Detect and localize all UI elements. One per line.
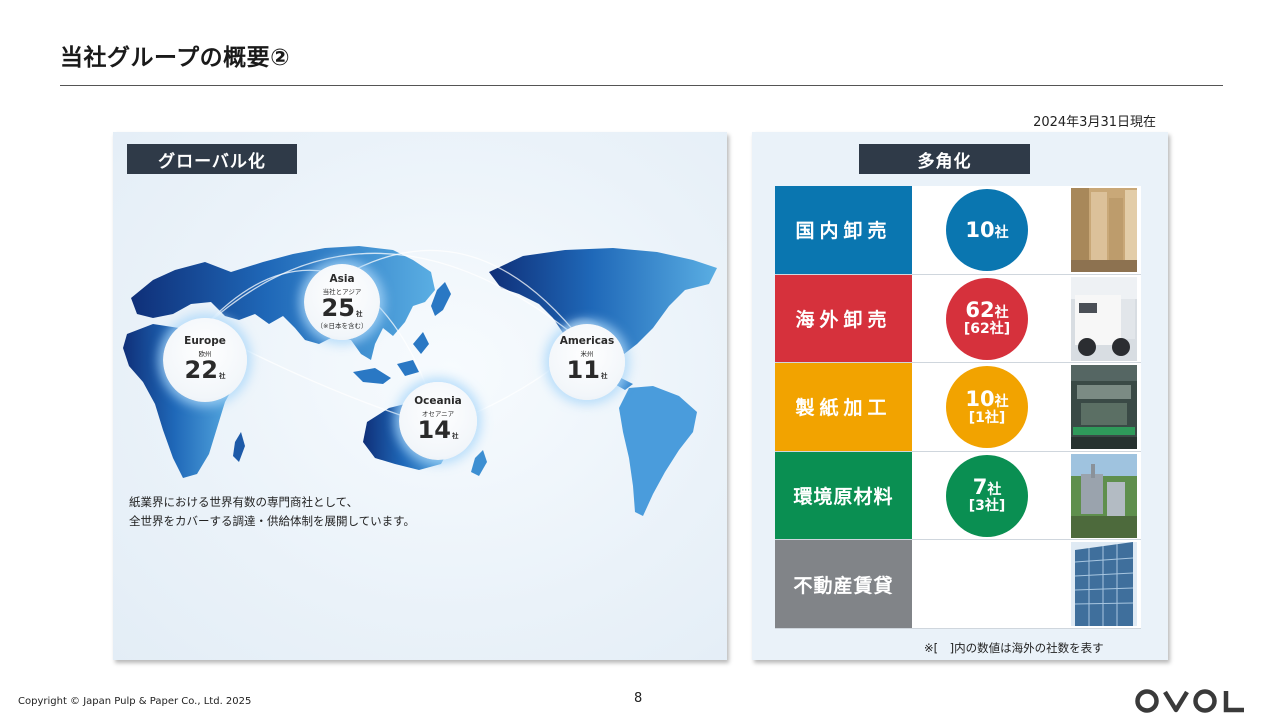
diversification-header: 多角化 — [859, 144, 1030, 174]
company-count-circle: 10社 [1社] — [946, 366, 1028, 449]
business-label: 環境原材料 — [775, 451, 912, 540]
company-count: 10 — [965, 386, 995, 411]
business-label: 製紙加工 — [775, 363, 912, 451]
page-title: 当社グループの概要② — [60, 45, 291, 71]
biomass-plant-photo — [1071, 453, 1137, 538]
as-of-date: 2024年3月31日現在 — [1033, 115, 1156, 130]
overseas-count: [62社] — [963, 321, 1011, 338]
business-row-paper-processing: 製紙加工 10社 [1社] — [775, 363, 1141, 452]
page-number: 8 — [634, 691, 643, 706]
ovol-logo — [1134, 688, 1246, 718]
map-caption-line: 全世界をカバーする調達・供給体制を展開しています。 — [129, 514, 416, 528]
delivery-truck-photo — [1071, 276, 1137, 361]
south-america-shape — [619, 386, 697, 516]
overseas-count: [3社] — [968, 498, 1006, 515]
business-row-environmental: 環境原材料 7社 [3社] — [775, 451, 1141, 541]
business-table: 国内卸売 10社 海外卸売 62社 [62社] 製紙加工 10社 [1社] 環境… — [775, 186, 1141, 629]
company-count-circle: 10社 — [946, 189, 1028, 271]
paper-rolls-photo — [1071, 188, 1137, 272]
company-count-unit: 社 — [987, 482, 1002, 499]
region-europe: Europe 欧州 22社 — [163, 318, 247, 402]
paper-machine-photo — [1071, 365, 1137, 450]
region-americas: Americas 米州 11社 — [549, 324, 625, 400]
overseas-count: [1社] — [968, 409, 1006, 426]
globalization-panel: グローバル化 Asia 当社とアジア 25社 （※日本を含む） Europe 欧… — [113, 132, 727, 660]
diversification-panel: 多角化 国内卸売 10社 海外卸売 62社 [62社] 製紙加工 10社 [1社… — [752, 132, 1168, 660]
region-europe-unit: 社 — [218, 372, 226, 380]
region-europe-count: 22 — [184, 356, 218, 384]
globalization-header: グローバル化 — [127, 144, 297, 174]
business-label: 国内卸売 — [775, 186, 912, 274]
company-count: 7 — [972, 475, 988, 500]
company-count-circle: 7社 [3社] — [946, 454, 1028, 537]
company-count-unit: 社 — [994, 305, 1009, 322]
company-count: 62 — [965, 298, 995, 323]
company-count-unit: 社 — [994, 393, 1009, 410]
business-label: 不動産賃貸 — [775, 540, 912, 628]
region-oceania-name: Oceania — [414, 395, 462, 407]
region-asia: Asia 当社とアジア 25社 （※日本を含む） — [304, 264, 380, 340]
business-row-real-estate: 不動産賃貸 — [775, 540, 1141, 629]
region-asia-name: Asia — [329, 273, 355, 285]
footnote: ※[ ]内の数値は海外の社数を表す — [924, 641, 1104, 655]
region-asia-count: 25 — [321, 294, 355, 322]
business-label: 海外卸売 — [775, 274, 912, 363]
region-asia-note: （※日本を含む） — [316, 322, 368, 330]
company-count-circle: 62社 [62社] — [946, 277, 1028, 360]
office-building-photo — [1071, 542, 1137, 627]
business-row-domestic: 国内卸売 10社 — [775, 186, 1141, 275]
new-zealand-shape — [471, 450, 487, 476]
region-oceania: Oceania オセアニア 14社 — [399, 382, 477, 460]
business-row-overseas: 海外卸売 62社 [62社] — [775, 274, 1141, 364]
region-americas-unit: 社 — [600, 372, 608, 380]
title-divider — [60, 85, 1223, 86]
map-caption: 紙業界における世界有数の専門商社として、 全世界をカバーする調達・供給体制を展開… — [129, 493, 415, 531]
region-europe-name: Europe — [184, 335, 226, 347]
region-americas-name: Americas — [559, 335, 615, 347]
region-oceania-unit: 社 — [451, 432, 459, 440]
region-americas-count: 11 — [566, 356, 600, 384]
company-count: 10 — [965, 217, 995, 242]
madagascar-shape — [233, 432, 245, 462]
company-count-unit: 社 — [994, 224, 1009, 241]
map-caption-line: 紙業界における世界有数の専門商社として、 — [129, 495, 359, 509]
region-asia-unit: 社 — [355, 310, 363, 318]
region-oceania-count: 14 — [417, 416, 451, 444]
copyright: Copyright © Japan Pulp & Paper Co., Ltd.… — [18, 696, 252, 707]
